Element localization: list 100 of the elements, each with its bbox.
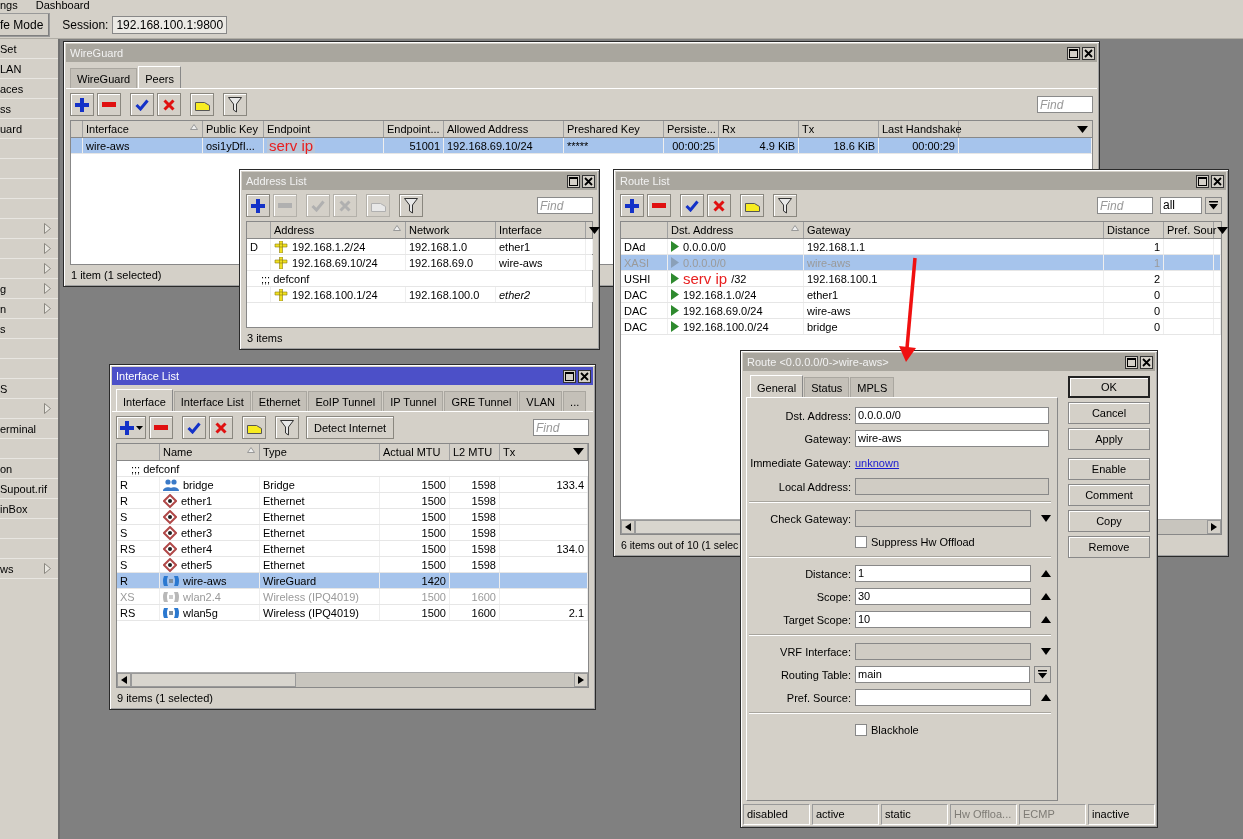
close-button[interactable] bbox=[578, 369, 591, 383]
close-button[interactable] bbox=[1140, 355, 1153, 369]
maximize-button[interactable] bbox=[1067, 46, 1080, 60]
sidebar-item[interactable]: S bbox=[0, 382, 8, 395]
safe-mode-button[interactable]: fe Mode bbox=[0, 12, 51, 37]
sidebar-item[interactable]: LAN bbox=[0, 62, 22, 75]
column-header[interactable]: Interface bbox=[86, 121, 129, 137]
table-row[interactable]: DAC 192.168.69.0/24 wire-aws 0 bbox=[621, 303, 1221, 319]
scroll-left-button[interactable] bbox=[621, 520, 635, 534]
menu-item[interactable]: ngs bbox=[0, 0, 18, 11]
column-menu-button[interactable] bbox=[589, 226, 600, 234]
input-field[interactable]: 30 bbox=[855, 588, 1031, 605]
input-field[interactable] bbox=[855, 478, 1049, 495]
tab[interactable]: VLAN bbox=[519, 391, 563, 411]
add-button[interactable] bbox=[70, 93, 94, 116]
input-field[interactable]: 1 bbox=[855, 565, 1031, 582]
dialog-button[interactable]: Copy bbox=[1068, 510, 1150, 532]
tab[interactable]: EoIP Tunnel bbox=[308, 391, 383, 411]
dialog-button[interactable]: Remove bbox=[1068, 536, 1150, 558]
column-menu-button[interactable] bbox=[573, 448, 584, 455]
input-field[interactable]: 10 bbox=[855, 611, 1031, 628]
column-menu-button[interactable] bbox=[1077, 125, 1088, 133]
tab[interactable]: GRE Tunnel bbox=[444, 391, 519, 411]
comment-button[interactable] bbox=[190, 93, 214, 116]
add-button[interactable] bbox=[246, 194, 270, 217]
tab[interactable]: Ethernet bbox=[251, 391, 308, 411]
up-arrow-button[interactable] bbox=[1041, 694, 1051, 701]
column-header[interactable]: Network bbox=[409, 222, 450, 238]
column-header[interactable]: Actual MTU bbox=[383, 444, 441, 460]
table-row[interactable]: DAC 192.168.100.0/24 bridge 0 bbox=[621, 319, 1221, 335]
tab[interactable]: Peers bbox=[138, 66, 181, 88]
tab[interactable]: WireGuard bbox=[70, 68, 138, 88]
dialog-button[interactable]: Apply bbox=[1068, 428, 1150, 450]
sidebar-item[interactable]: erminal bbox=[0, 422, 37, 435]
column-header[interactable]: Interface bbox=[499, 222, 542, 238]
down-arrow-button[interactable] bbox=[1041, 648, 1051, 655]
dialog-button[interactable]: Comment bbox=[1068, 484, 1150, 506]
table-row[interactable]: R wire-aws WireGuard 1420 bbox=[117, 573, 588, 589]
up-arrow-button[interactable] bbox=[1041, 593, 1051, 600]
sidebar-item[interactable]: ws bbox=[0, 562, 14, 575]
column-header[interactable]: Distance bbox=[1107, 222, 1150, 238]
column-header[interactable]: Public Key bbox=[206, 121, 258, 137]
dropdown-button[interactable] bbox=[1034, 666, 1051, 683]
column-header[interactable]: Tx bbox=[802, 121, 815, 137]
column-menu-button[interactable] bbox=[1217, 226, 1228, 234]
maximize-button[interactable] bbox=[1125, 355, 1138, 369]
dialog-button[interactable]: OK bbox=[1068, 376, 1150, 398]
table-row[interactable]: RS ether4 Ethernet 1500 1598 134.0 bbox=[117, 541, 588, 557]
sidebar-item[interactable]: g bbox=[0, 282, 7, 295]
tab[interactable]: Interface List bbox=[173, 391, 251, 411]
disable-button[interactable] bbox=[157, 93, 181, 116]
table-row[interactable]: RS wlan5g Wireless (IPQ4019) 1500 1600 2.1 bbox=[117, 605, 588, 621]
table-row[interactable]: S ether3 Ethernet 1500 1598 bbox=[117, 525, 588, 541]
scrollbar-thumb[interactable] bbox=[131, 673, 296, 687]
table-row[interactable]: R ether1 Ethernet 1500 1598 bbox=[117, 493, 588, 509]
table-row[interactable]: DAC 192.168.1.0/24 ether1 0 bbox=[621, 287, 1221, 303]
menu-item[interactable]: Dashboard bbox=[35, 0, 90, 11]
sidebar-item[interactable]: Set bbox=[0, 42, 17, 55]
scroll-left-button[interactable] bbox=[117, 673, 131, 687]
column-header[interactable]: Gateway bbox=[807, 222, 851, 238]
filter-button[interactable] bbox=[773, 194, 797, 217]
sidebar-item[interactable]: n bbox=[0, 302, 7, 315]
up-arrow-button[interactable] bbox=[1041, 616, 1051, 623]
column-header[interactable]: Endpoint... bbox=[387, 121, 440, 137]
remove-button[interactable] bbox=[647, 194, 671, 217]
down-arrow-button[interactable] bbox=[1041, 515, 1051, 522]
remove-button[interactable] bbox=[97, 93, 121, 116]
close-button[interactable] bbox=[582, 174, 595, 188]
checkbox[interactable] bbox=[855, 535, 867, 548]
input-field[interactable]: main bbox=[855, 666, 1031, 683]
sidebar-item[interactable]: ss bbox=[0, 102, 11, 115]
add-button[interactable] bbox=[620, 194, 644, 217]
tab[interactable]: IP Tunnel bbox=[383, 391, 444, 411]
enable-button[interactable] bbox=[680, 194, 704, 217]
sidebar-item[interactable]: s bbox=[0, 322, 6, 335]
tab[interactable]: MPLS bbox=[850, 377, 895, 397]
scroll-right-button[interactable] bbox=[574, 673, 588, 687]
tab[interactable]: ... bbox=[563, 391, 587, 411]
scrollbar-thumb[interactable] bbox=[635, 520, 743, 534]
maximize-button[interactable] bbox=[567, 174, 580, 188]
disable-button[interactable] bbox=[707, 194, 731, 217]
column-header[interactable]: Dst. Address bbox=[671, 222, 734, 238]
close-button[interactable] bbox=[1082, 46, 1095, 60]
close-button[interactable] bbox=[1211, 174, 1224, 188]
column-header[interactable]: Last Handshake bbox=[882, 121, 962, 137]
column-header[interactable]: L2 MTU bbox=[453, 444, 493, 460]
input-field[interactable] bbox=[855, 643, 1031, 660]
table-row[interactable]: USHI serv ip /32 192.168.100.1 2 bbox=[621, 271, 1221, 287]
find-field[interactable]: Find bbox=[533, 419, 589, 436]
sidebar-item[interactable]: Supout.rif bbox=[0, 482, 48, 495]
column-header[interactable]: Tx bbox=[503, 444, 516, 460]
comment-button[interactable] bbox=[242, 416, 266, 439]
maximize-button[interactable] bbox=[1196, 174, 1209, 188]
input-field[interactable]: wire-aws bbox=[855, 430, 1049, 447]
column-header[interactable]: Preshared Key bbox=[567, 121, 640, 137]
input-field[interactable]: 0.0.0.0/0 bbox=[855, 407, 1049, 424]
column-header[interactable]: Rx bbox=[722, 121, 736, 137]
filter-select[interactable]: all bbox=[1160, 197, 1202, 214]
column-header[interactable]: Allowed Address bbox=[447, 121, 529, 137]
filter-button[interactable] bbox=[275, 416, 299, 439]
